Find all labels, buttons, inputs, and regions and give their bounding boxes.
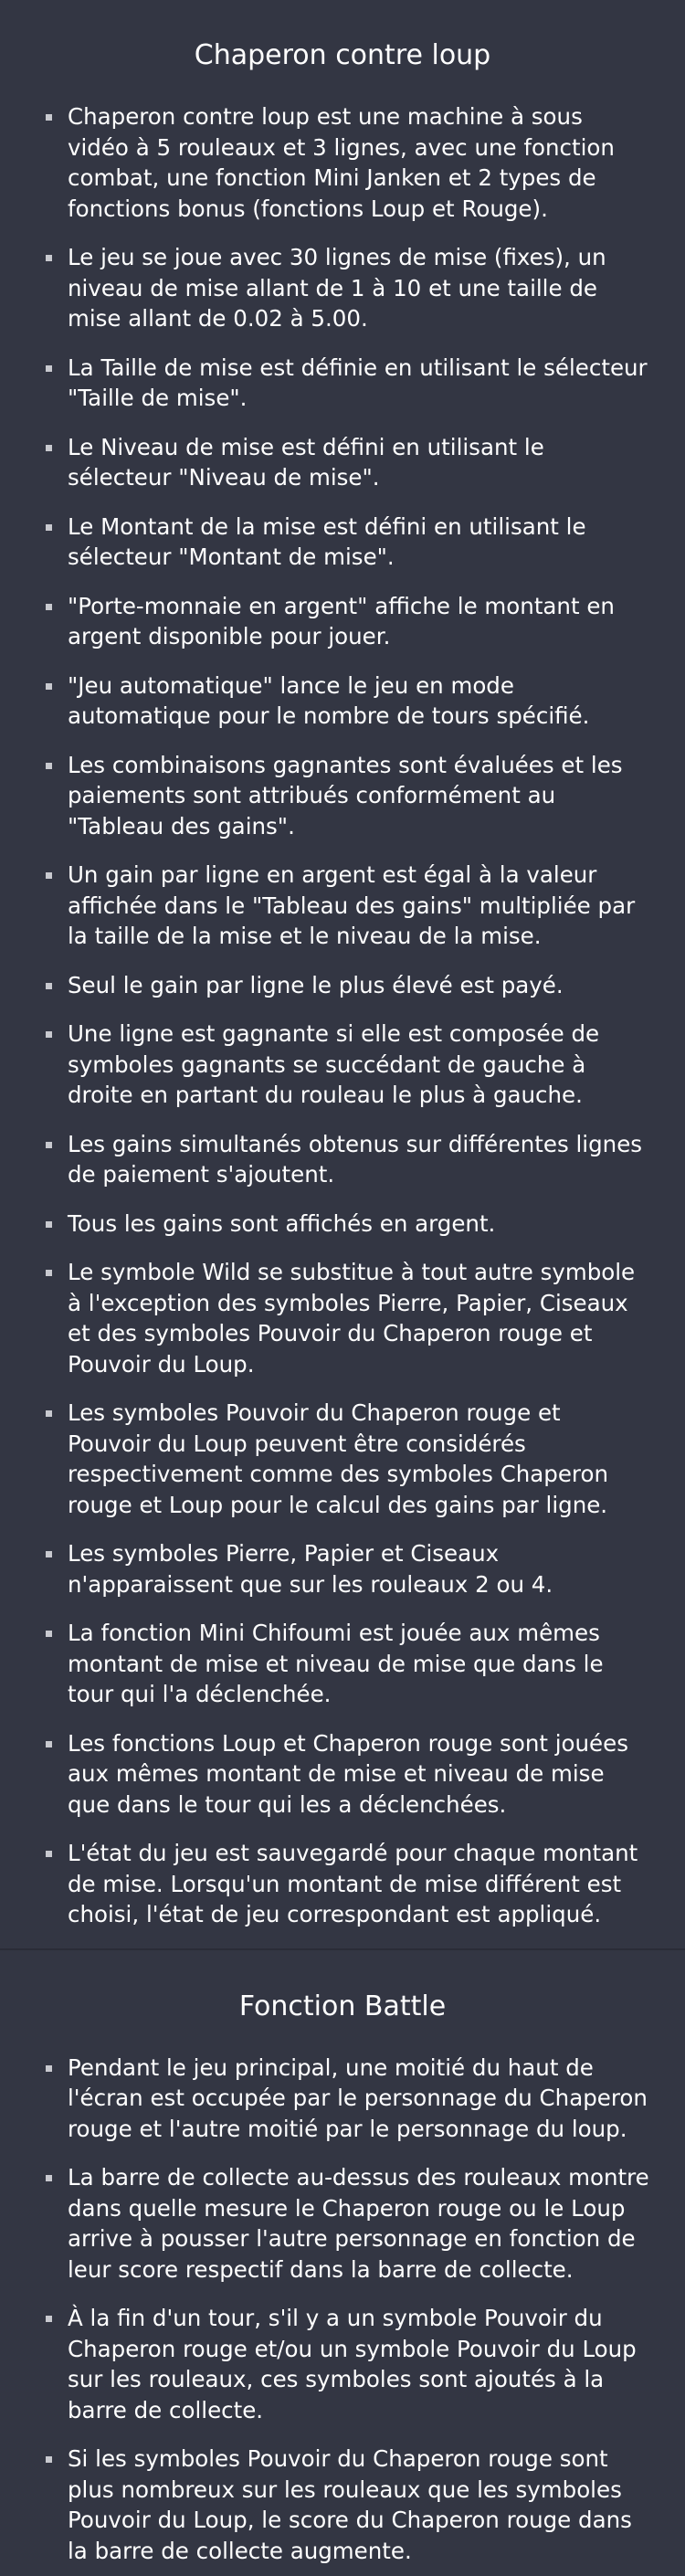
rule-item: L'état du jeu est sauvegardé pour chaque…	[44, 1838, 649, 1930]
bullet-icon	[46, 982, 52, 989]
rule-text: Tous les gains sont affichés en argent.	[68, 1209, 496, 1237]
bullet-icon	[46, 682, 52, 690]
bullet-icon	[46, 1410, 52, 1417]
rule-text: Pendant le jeu principal, une moitié du …	[68, 2053, 648, 2142]
bullet-icon	[46, 364, 52, 372]
section-chaperon-contre-loup: Chaperon contre loup Chaperon contre lou…	[0, 0, 685, 1950]
rule-text: "Porte-monnaie en argent" affiche le mon…	[68, 592, 615, 650]
rule-item: "Porte-monnaie en argent" affiche le mon…	[44, 591, 649, 652]
rule-item: Le symbole Wild se substitue à tout autr…	[44, 1257, 649, 1379]
rule-item: Chaperon contre loup est une machine à s…	[44, 101, 649, 224]
rule-item: La fonction Mini Chifoumi est jouée aux …	[44, 1618, 649, 1710]
section-fonction-battle: Fonction Battle Pendant le jeu principal…	[0, 1950, 685, 2567]
rule-text: "Jeu automatique" lance le jeu en mode a…	[68, 671, 590, 730]
bullet-icon	[46, 2175, 52, 2181]
section-title: Fonction Battle	[238, 1990, 447, 2022]
rule-text: Chaperon contre loup est une machine à s…	[68, 103, 615, 222]
rule-text: Les gains simultanés obtenus sur différe…	[68, 1130, 643, 1188]
rule-item: Les symboles Pierre, Papier et Ciseaux n…	[44, 1538, 649, 1599]
bullet-icon	[46, 1031, 52, 1038]
rule-item: Les combinaisons gagnantes sont évaluées…	[44, 750, 649, 842]
section-title: Chaperon contre loup	[194, 39, 491, 71]
rule-item: Le Montant de la mise est défini en util…	[44, 512, 649, 573]
rule-text: Le Niveau de mise est défini en utilisan…	[68, 433, 544, 491]
bullet-icon	[46, 1740, 52, 1747]
rule-text: Le Montant de la mise est défini en util…	[68, 512, 586, 571]
rule-item: Un gain par ligne en argent est égal à l…	[44, 860, 649, 952]
bullet-icon	[46, 1270, 52, 1276]
bullet-icon	[46, 762, 52, 769]
rule-item: Les gains simultanés obtenus sur différe…	[44, 1129, 649, 1190]
bullet-icon	[46, 1220, 52, 1228]
rule-text: Les combinaisons gagnantes sont évaluées…	[68, 751, 623, 839]
bullet-icon	[46, 1631, 52, 1637]
bullet-icon	[46, 2316, 52, 2322]
rule-item: À la fin d'un tour, s'il y a un symbole …	[44, 2303, 649, 2425]
rule-text: Un gain par ligne en argent est égal à l…	[68, 861, 636, 949]
rule-text: Si les symboles Pouvoir du Chaperon roug…	[68, 2445, 632, 2564]
bullet-icon	[46, 2064, 52, 2072]
rule-item: Seul le gain par ligne le plus élevé est…	[44, 970, 649, 1001]
bullet-icon	[46, 1851, 52, 1857]
bullet-icon	[46, 603, 52, 610]
bullet-icon	[46, 2456, 52, 2463]
rule-item: Pendant le jeu principal, une moitié du …	[44, 2053, 649, 2145]
rule-text: La Taille de mise est définie en utilisa…	[68, 354, 648, 412]
rule-item: Le jeu se joue avec 30 lignes de mise (f…	[44, 242, 649, 334]
bullet-icon	[46, 872, 52, 879]
rule-text: Seul le gain par ligne le plus élevé est…	[68, 971, 564, 998]
rule-item: La barre de collecte au-dessus des roule…	[44, 2162, 649, 2285]
bullet-icon	[46, 1551, 52, 1557]
rule-text: La fonction Mini Chifoumi est jouée aux …	[68, 1620, 604, 1707]
rule-text: Les symboles Pouvoir du Chaperon rouge e…	[68, 1399, 608, 1518]
rule-item: Si les symboles Pouvoir du Chaperon roug…	[44, 2444, 649, 2566]
rule-text: La barre de collecte au-dessus des roule…	[68, 2164, 649, 2283]
rules-page: Chaperon contre loup Chaperon contre lou…	[0, 0, 685, 2566]
bullet-icon	[46, 114, 52, 121]
rule-text: Les symboles Pierre, Papier et Ciseaux n…	[68, 1540, 553, 1598]
rules-list: Pendant le jeu principal, une moitié du …	[0, 2053, 685, 2567]
rule-item: Tous les gains sont affichés en argent.	[44, 1209, 649, 1240]
rule-item: La Taille de mise est définie en utilisa…	[44, 353, 649, 414]
rules-list: Chaperon contre loup est une machine à s…	[0, 101, 685, 1930]
rule-text: À la fin d'un tour, s'il y a un symbole …	[68, 2305, 637, 2423]
rule-text: Le jeu se joue avec 30 lignes de mise (f…	[68, 244, 606, 332]
rule-item: Les fonctions Loup et Chaperon rouge son…	[44, 1728, 649, 1821]
rule-item: Le Niveau de mise est défini en utilisan…	[44, 432, 649, 493]
rule-text: Le symbole Wild se substitue à tout autr…	[68, 1259, 636, 1378]
rule-text: Les fonctions Loup et Chaperon rouge son…	[68, 1729, 628, 1818]
rule-text: Une ligne est gagnante si elle est compo…	[68, 1020, 600, 1108]
bullet-icon	[46, 444, 52, 451]
rule-item: Les symboles Pouvoir du Chaperon rouge e…	[44, 1398, 649, 1520]
bullet-icon	[46, 1141, 52, 1148]
rule-text: L'état du jeu est sauvegardé pour chaque…	[68, 1840, 638, 1927]
bullet-icon	[46, 255, 52, 261]
bullet-icon	[46, 523, 52, 531]
rule-item: "Jeu automatique" lance le jeu en mode a…	[44, 670, 649, 732]
rule-item: Une ligne est gagnante si elle est compo…	[44, 1019, 649, 1111]
